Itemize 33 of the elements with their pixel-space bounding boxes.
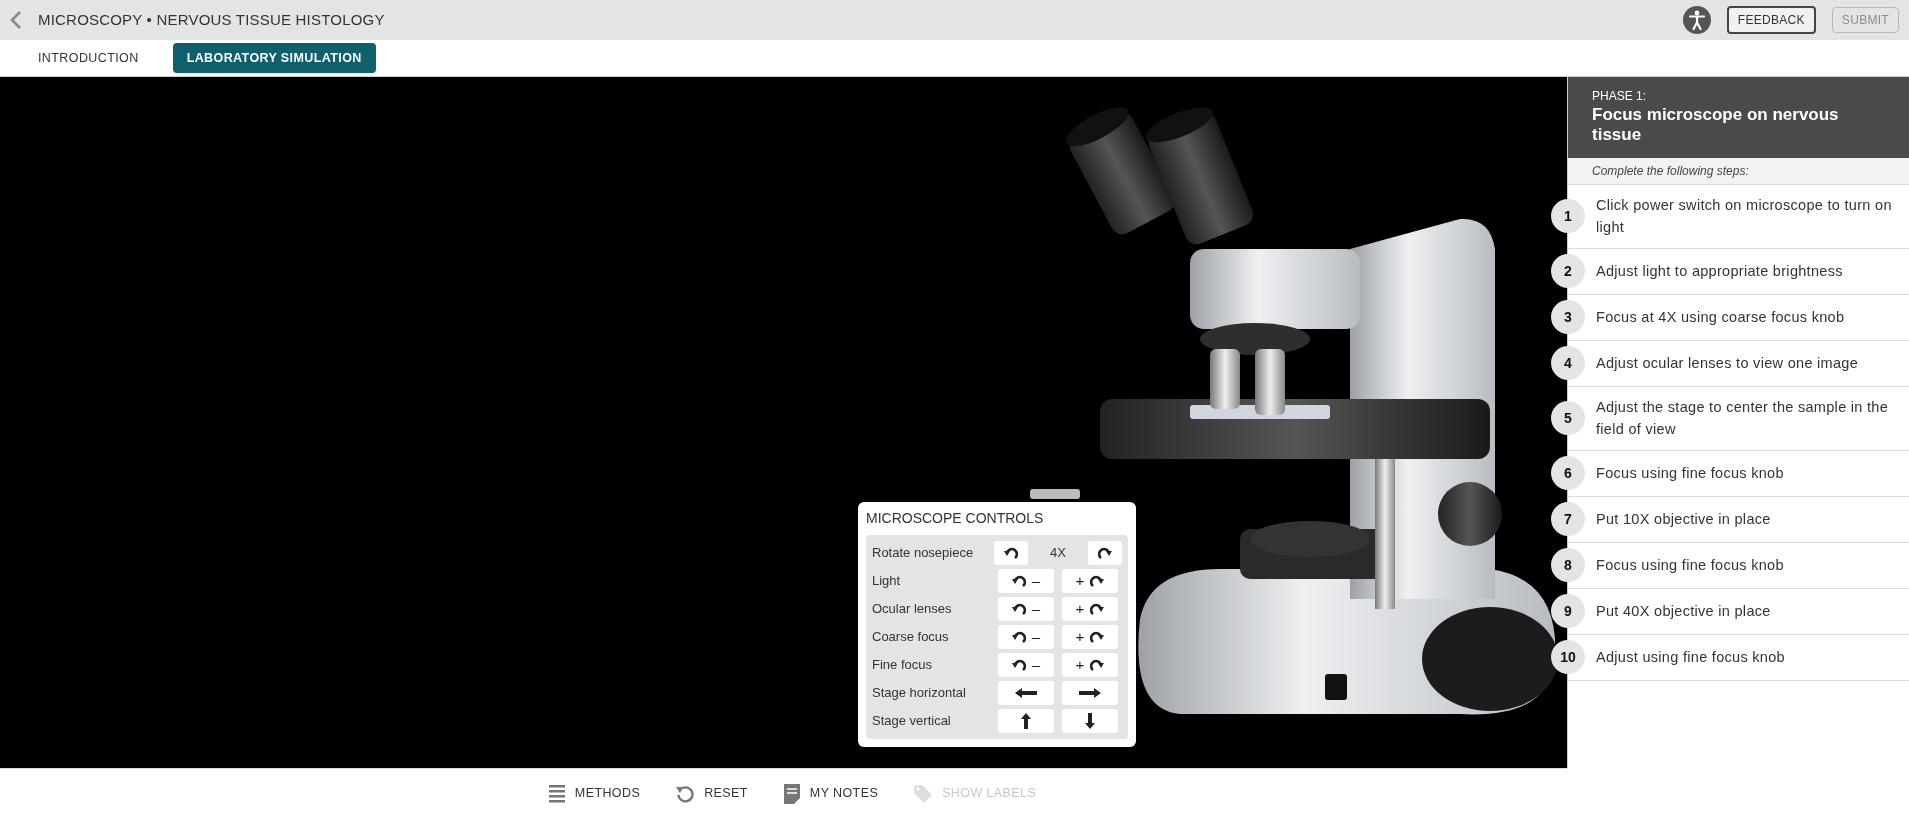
step-number: 10	[1551, 640, 1585, 675]
step-number: 4	[1551, 346, 1585, 381]
step-number: 7	[1551, 502, 1585, 537]
control-label: Stage vertical	[872, 712, 952, 731]
control-label: Ocular lenses	[872, 600, 953, 619]
controls-title: MICROSCOPE CONTROLS	[866, 509, 1045, 528]
step-text: Focus using fine focus knob	[1596, 555, 1784, 575]
control-label: Light	[872, 572, 902, 591]
step-number: 3	[1551, 300, 1585, 335]
step-number: 6	[1551, 456, 1585, 491]
objective-value: 4X	[1049, 544, 1067, 563]
control-label: Fine focus	[872, 656, 933, 675]
step-text: Adjust the stage to center the sample in the field of view	[1596, 397, 1890, 440]
control-label: Coarse focus	[872, 628, 950, 647]
step-number: 8	[1551, 548, 1585, 583]
step-text: Click power switch on microscope to turn on light	[1596, 195, 1893, 238]
step-text: Adjust light to appropriate brightness	[1596, 262, 1843, 281]
step-text: Adjust ocular lenses to view one image	[1596, 354, 1859, 373]
phase-label: PHASE 1:	[1592, 88, 1648, 105]
step-text: Focus using fine focus knob	[1596, 463, 1784, 483]
control-label: Stage horizontal	[872, 684, 967, 703]
control-label: Rotate nosepiece	[872, 544, 975, 563]
step-number: 9	[1551, 594, 1585, 629]
page-title: MICROSCOPY • NERVOUS TISSUE HISTOLOGY	[38, 9, 385, 30]
step-number: 1	[1551, 199, 1585, 234]
phase-title: Focus microscope on nervous tissue	[1592, 105, 1840, 146]
step-text: Adjust using fine focus knob	[1596, 647, 1785, 667]
step-number: 2	[1551, 254, 1585, 289]
step-text: Put 40X objective in place	[1596, 601, 1771, 621]
step-text: Put 10X objective in place	[1596, 509, 1771, 529]
step-number: 5	[1551, 401, 1585, 436]
instruction-text: Complete the following steps:	[1568, 157, 1909, 185]
step-text: Focus at 4X using coarse focus knob	[1596, 308, 1845, 327]
